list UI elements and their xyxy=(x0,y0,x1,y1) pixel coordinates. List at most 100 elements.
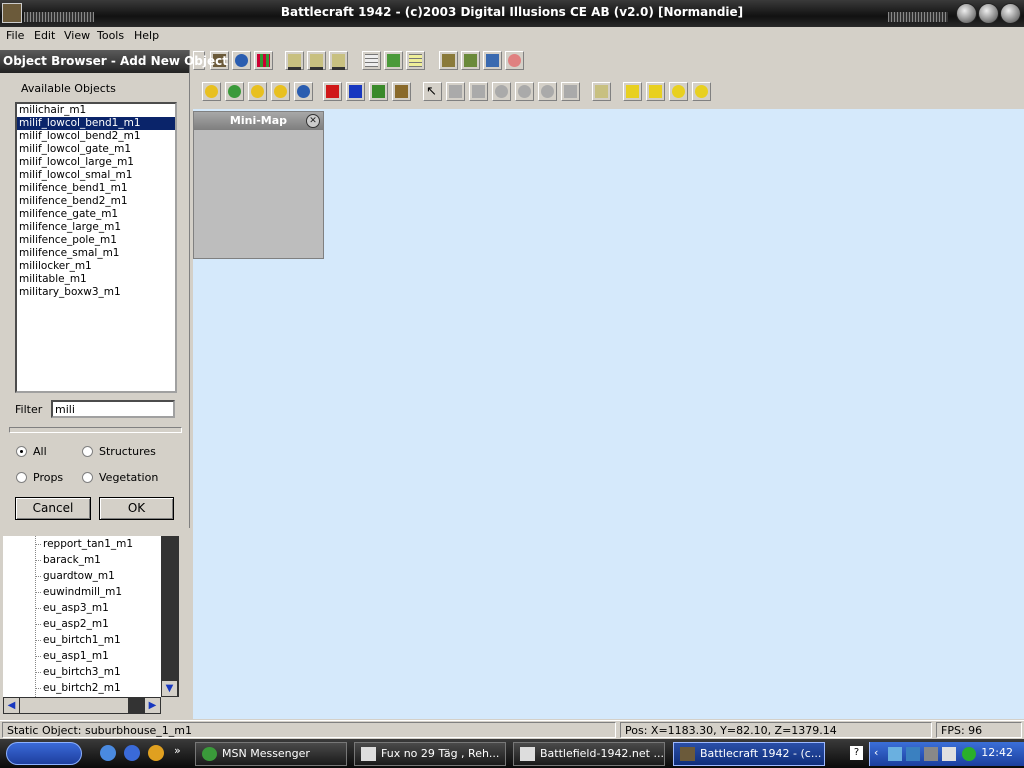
radio-props[interactable] xyxy=(16,472,27,483)
scroll-left-icon[interactable]: ◀ xyxy=(4,698,19,713)
tree-item[interactable]: guardtow_m1 xyxy=(3,568,161,584)
toolbar-button-14[interactable] xyxy=(505,51,524,70)
task-bf-net[interactable]: Battlefield-1942.net ... xyxy=(513,742,665,766)
start-button[interactable] xyxy=(6,742,82,765)
minimap-panel[interactable]: Mini-Map ✕ xyxy=(193,111,324,259)
list-item[interactable]: milifence_bend1_m1 xyxy=(17,182,175,195)
scroll-down-icon[interactable]: ▼ xyxy=(162,681,177,696)
object-tree[interactable]: repport_tan1_m1 barack_m1 guardtow_m1 euwin… xyxy=(3,536,161,697)
list-item[interactable]: milifence_pole_m1 xyxy=(17,234,175,247)
toolbar-button-17[interactable] xyxy=(248,82,267,101)
toolbar-button-9[interactable] xyxy=(384,51,403,70)
tree-item[interactable]: eu_asp3_m1 xyxy=(3,600,161,616)
list-item[interactable]: milifence_gate_m1 xyxy=(17,208,175,221)
task-msn[interactable]: MSN Messenger xyxy=(195,742,347,766)
toolbar-button-21[interactable] xyxy=(346,82,365,101)
scroll-right-icon[interactable]: ▶ xyxy=(145,698,160,713)
list-item[interactable]: milifence_smal_m1 xyxy=(17,247,175,260)
quicklaunch-ie-icon[interactable] xyxy=(100,745,116,761)
tree-item[interactable]: eu_birtch3_m1 xyxy=(3,664,161,680)
toolbar-button-19[interactable] xyxy=(294,82,313,101)
dialog-title[interactable]: Object Browser - Add New Object xyxy=(0,50,228,73)
tray-app-2-icon[interactable] xyxy=(942,747,956,761)
toolbar-button-24[interactable]: ↖ xyxy=(423,82,442,101)
radio-all-label[interactable]: All xyxy=(33,445,47,458)
toolbar-button-11[interactable] xyxy=(439,51,458,70)
toolbar-button-22[interactable] xyxy=(369,82,388,101)
list-item[interactable]: milif_lowcol_large_m1 xyxy=(17,156,175,169)
title-bar[interactable]: Battlecraft 1942 - (c)2003 Digital Illus… xyxy=(0,0,1024,27)
quicklaunch-more-icon[interactable]: » xyxy=(174,744,181,757)
volume-icon[interactable] xyxy=(924,747,938,761)
radio-props-label[interactable]: Props xyxy=(33,471,63,484)
tray-app-icon[interactable] xyxy=(906,747,920,761)
cancel-button[interactable]: Cancel xyxy=(15,497,91,520)
toolbar-button-29[interactable] xyxy=(538,82,557,101)
minimize-button[interactable] xyxy=(956,3,977,24)
minimap-close-icon[interactable]: ✕ xyxy=(306,114,320,128)
close-button[interactable] xyxy=(1000,3,1021,24)
msn-status-icon[interactable] xyxy=(962,747,976,761)
toolbar-button-27[interactable] xyxy=(492,82,511,101)
task-fux[interactable]: Fux no 29 Täg , Reh... xyxy=(354,742,506,766)
toolbar-button-5[interactable] xyxy=(285,51,304,70)
radio-all[interactable] xyxy=(16,446,27,457)
tree-horizontal-scrollbar[interactable]: ◀ ▶ xyxy=(3,697,161,714)
tray-expand-icon[interactable]: ‹ xyxy=(874,746,878,759)
tree-item[interactable]: eu_asp1_m1 xyxy=(3,648,161,664)
menu-help[interactable]: Help xyxy=(134,29,159,42)
menu-tools[interactable]: Tools xyxy=(97,29,124,42)
tree-item[interactable]: euwindmill_m1 xyxy=(3,584,161,600)
toolbar-button-34[interactable] xyxy=(669,82,688,101)
toolbar-button-26[interactable] xyxy=(469,82,488,101)
tree-item[interactable]: barack_m1 xyxy=(3,552,161,568)
list-item[interactable]: military_boxw3_m1 xyxy=(17,286,175,299)
menu-view[interactable]: View xyxy=(64,29,90,42)
toolbar-button-12[interactable] xyxy=(461,51,480,70)
toolbar-button-20[interactable] xyxy=(323,82,342,101)
help-icon[interactable]: ? xyxy=(850,746,863,760)
minimap-header[interactable]: Mini-Map ✕ xyxy=(194,112,323,130)
toolbar-button-23[interactable] xyxy=(392,82,411,101)
toolbar-button-10[interactable] xyxy=(406,51,425,70)
toolbar-button-3[interactable] xyxy=(232,51,251,70)
toolbar-button-18[interactable] xyxy=(271,82,290,101)
quicklaunch-clock-icon[interactable] xyxy=(148,745,164,761)
maximize-button[interactable] xyxy=(978,3,999,24)
list-item[interactable]: milif_lowcol_smal_m1 xyxy=(17,169,175,182)
task-battlecraft[interactable]: Battlecraft 1942 - (c... xyxy=(673,742,825,766)
list-item[interactable]: milifence_bend2_m1 xyxy=(17,195,175,208)
list-item[interactable]: milichair_m1 xyxy=(17,104,175,117)
toolbar-button-30[interactable] xyxy=(561,82,580,101)
radio-vegetation-label[interactable]: Vegetation xyxy=(99,471,158,484)
radio-vegetation[interactable] xyxy=(82,472,93,483)
network-icon[interactable] xyxy=(888,747,902,761)
toolbar-button-8[interactable] xyxy=(362,51,381,70)
list-item[interactable]: milif_lowcol_bend1_m1 xyxy=(17,117,175,130)
tree-vertical-scrollbar[interactable]: ▼ xyxy=(161,536,179,697)
filter-input[interactable] xyxy=(51,400,175,418)
ok-button[interactable]: OK xyxy=(99,497,174,520)
toolbar-button-7[interactable] xyxy=(329,51,348,70)
toolbar-button-25[interactable] xyxy=(446,82,465,101)
toolbar-button-28[interactable] xyxy=(515,82,534,101)
tree-item[interactable]: eu_birtch2_m1 xyxy=(3,680,161,696)
list-item[interactable]: mililocker_m1 xyxy=(17,260,175,273)
menu-file[interactable]: File xyxy=(6,29,24,42)
menu-edit[interactable]: Edit xyxy=(34,29,55,42)
toolbar-button-32[interactable] xyxy=(623,82,642,101)
quicklaunch-browser-icon[interactable] xyxy=(124,745,140,761)
list-item[interactable]: milif_lowcol_gate_m1 xyxy=(17,143,175,156)
toolbar-button-4[interactable] xyxy=(254,51,273,70)
tree-item[interactable]: eu_asp2_m1 xyxy=(3,616,161,632)
toolbar-button-15[interactable] xyxy=(202,82,221,101)
tree-item[interactable]: eu_birtch1_m1 xyxy=(3,632,161,648)
toolbar-button-6[interactable] xyxy=(307,51,326,70)
toolbar-button-13[interactable] xyxy=(483,51,502,70)
radio-structures-label[interactable]: Structures xyxy=(99,445,156,458)
list-item[interactable]: militable_m1 xyxy=(17,273,175,286)
toolbar-button-31[interactable] xyxy=(592,82,611,101)
toolbar-button-16[interactable] xyxy=(225,82,244,101)
list-item[interactable]: milif_lowcol_bend2_m1 xyxy=(17,130,175,143)
tree-item[interactable]: repport_tan1_m1 xyxy=(3,536,161,552)
